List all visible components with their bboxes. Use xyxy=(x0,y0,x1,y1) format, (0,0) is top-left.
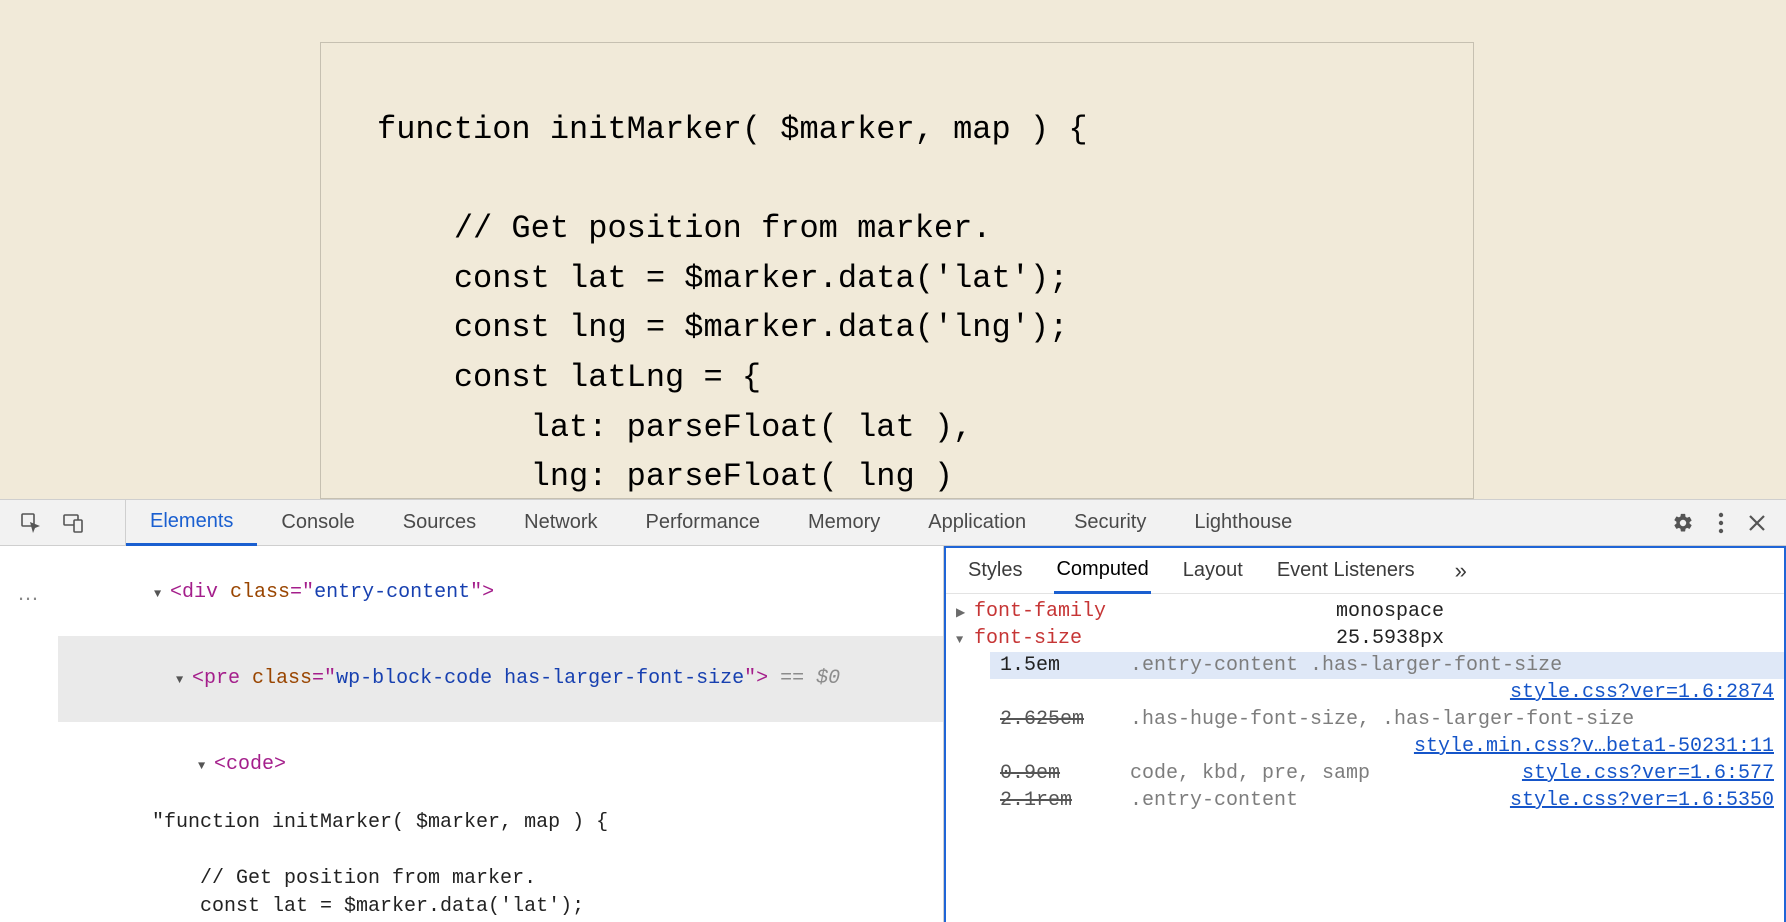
computed-font-family[interactable]: font-family monospace xyxy=(946,598,1784,625)
cascade-value: 1.5em xyxy=(1000,652,1110,679)
dom-node-code[interactable]: <code> xyxy=(58,722,943,808)
tab-performance[interactable]: Performance xyxy=(622,500,785,545)
cascade-value: 2.1rem xyxy=(1000,787,1110,814)
cascade-value: 2.625em xyxy=(1000,706,1110,733)
tab-security[interactable]: Security xyxy=(1050,500,1170,545)
devtools-tabbar: Elements Console Sources Network Perform… xyxy=(0,500,1786,546)
prop-value: 25.5938px xyxy=(1336,625,1774,652)
devtools: Elements Console Sources Network Perform… xyxy=(0,499,1786,922)
source-link[interactable]: style.css?ver=1.6:5350 xyxy=(1510,787,1774,814)
devtools-panels: … <div class="entry-content"> <pre class… xyxy=(0,546,1786,922)
devtools-tabs: Elements Console Sources Network Perform… xyxy=(126,500,1316,545)
cascade-selector: code, kbd, pre, samp xyxy=(1130,760,1502,787)
dom-tree[interactable]: <div class="entry-content"> <pre class="… xyxy=(58,546,944,922)
styles-panel: Styles Computed Layout Event Listeners »… xyxy=(944,546,1786,922)
dom-node-pre[interactable]: <pre class="wp-block-code has-larger-fon… xyxy=(58,636,943,722)
page-viewport: function initMarker( $marker, map ) { //… xyxy=(0,0,1786,499)
stab-styles[interactable]: Styles xyxy=(966,549,1024,592)
stab-computed[interactable]: Computed xyxy=(1054,548,1150,594)
expand-icon[interactable] xyxy=(198,751,214,779)
prop-name: font-size xyxy=(974,625,1082,652)
tab-elements[interactable]: Elements xyxy=(126,500,257,546)
source-link[interactable]: style.css?ver=1.6:2874 xyxy=(1510,679,1774,706)
source-link[interactable]: style.min.css?v…beta1-50231:11 xyxy=(1414,733,1774,760)
devtools-toolbar-left xyxy=(0,500,126,545)
cascade-entry[interactable]: 0.9em code, kbd, pre, samp style.css?ver… xyxy=(990,760,1784,787)
styles-tabs: Styles Computed Layout Event Listeners » xyxy=(946,548,1784,594)
devtools-toolbar-right xyxy=(1672,512,1786,534)
computed-list[interactable]: font-family monospace font-size 25.5938p… xyxy=(946,594,1784,922)
tab-application[interactable]: Application xyxy=(904,500,1050,545)
dom-gutter: … xyxy=(0,546,58,922)
dom-text-node[interactable]: "function initMarker( $marker, map ) { /… xyxy=(58,808,943,922)
expand-icon[interactable] xyxy=(154,579,170,607)
dom-gutter-ellipsis: … xyxy=(17,580,41,922)
kebab-icon[interactable] xyxy=(1718,512,1724,534)
code-block: function initMarker( $marker, map ) { //… xyxy=(320,42,1474,499)
cascade-list: 1.5em .entry-content .has-larger-font-si… xyxy=(946,652,1784,814)
cascade-entry[interactable]: 2.1rem .entry-content style.css?ver=1.6:… xyxy=(990,787,1784,814)
tab-memory[interactable]: Memory xyxy=(784,500,904,545)
inspect-icon[interactable] xyxy=(20,512,42,534)
tab-console[interactable]: Console xyxy=(257,500,378,545)
cascade-entry[interactable]: 2.625em .has-huge-font-size, .has-larger… xyxy=(990,706,1784,733)
stab-layout[interactable]: Layout xyxy=(1181,549,1245,592)
close-icon[interactable] xyxy=(1748,514,1766,532)
cascade-selector: .entry-content .has-larger-font-size xyxy=(1130,652,1774,679)
cascade-value: 0.9em xyxy=(1000,760,1110,787)
expand-icon[interactable] xyxy=(956,598,974,625)
stab-more-icon[interactable]: » xyxy=(1453,548,1469,594)
cascade-entry[interactable]: 1.5em .entry-content .has-larger-font-si… xyxy=(990,652,1784,679)
code-content: function initMarker( $marker, map ) { //… xyxy=(377,111,1088,495)
stab-eventlisteners[interactable]: Event Listeners xyxy=(1275,549,1417,592)
tab-lighthouse[interactable]: Lighthouse xyxy=(1170,500,1316,545)
computed-font-size[interactable]: font-size 25.5938px xyxy=(946,625,1784,652)
dom-node-div[interactable]: <div class="entry-content"> xyxy=(58,550,943,636)
device-toggle-icon[interactable] xyxy=(62,512,84,534)
prop-value: monospace xyxy=(1336,598,1774,625)
cascade-selector: .entry-content xyxy=(1130,787,1490,814)
tab-network[interactable]: Network xyxy=(500,500,621,545)
prop-name: font-family xyxy=(974,598,1106,625)
expand-icon[interactable] xyxy=(176,665,192,693)
cascade-selector: .has-huge-font-size, .has-larger-font-si… xyxy=(1130,706,1774,733)
tab-sources[interactable]: Sources xyxy=(379,500,500,545)
gear-icon[interactable] xyxy=(1672,512,1694,534)
source-link[interactable]: style.css?ver=1.6:577 xyxy=(1522,760,1774,787)
expand-icon[interactable] xyxy=(956,625,974,652)
